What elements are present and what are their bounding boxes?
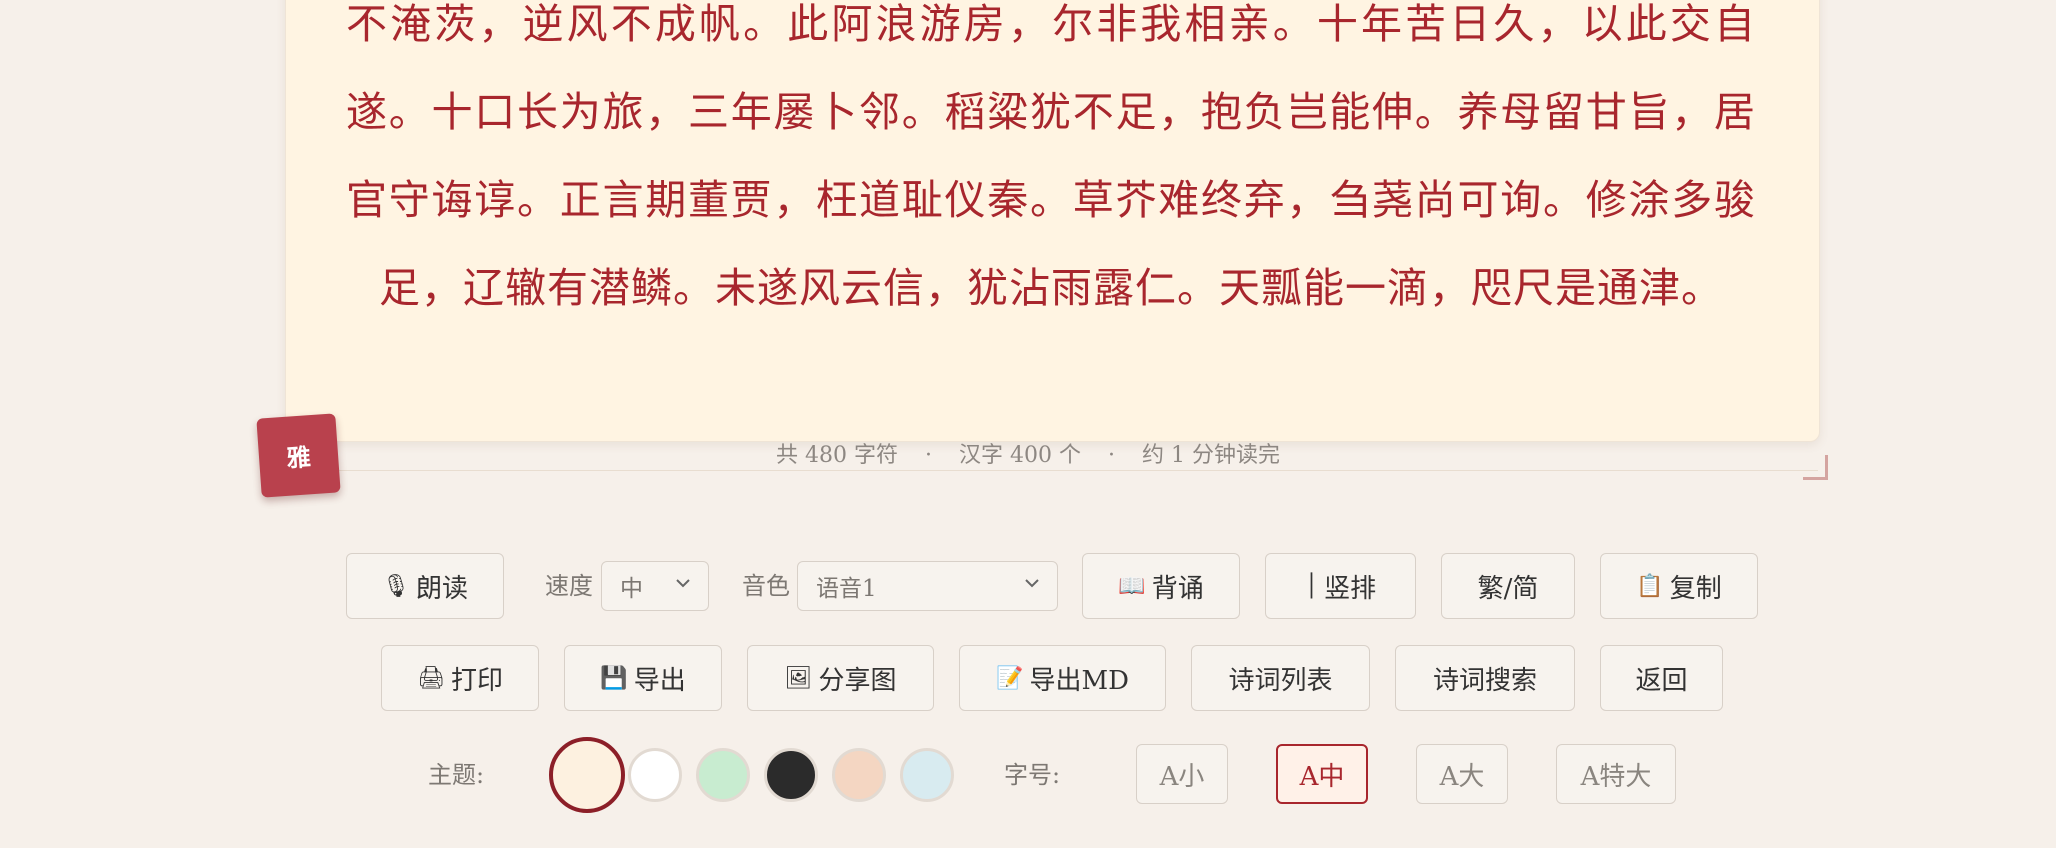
print-button[interactable]: 🖨 打印 (381, 645, 539, 711)
floppy-disk-icon: 💾 (600, 665, 628, 691)
export-label: 导出 (633, 665, 686, 696)
theme-label: 主题: (428, 761, 485, 789)
seal-text: 雅 (285, 442, 312, 473)
font-size-medium-button[interactable]: A中 (1276, 744, 1368, 804)
theme-swatch-white[interactable] (628, 748, 682, 802)
copy-button[interactable]: 📋 复制 (1600, 553, 1758, 619)
theme-swatch-dark[interactable] (764, 748, 818, 802)
export-button[interactable]: 💾 导出 (564, 645, 722, 711)
trad-simp-label: 繁/简 (1477, 573, 1539, 604)
poem-search-label: 诗词搜索 (1432, 665, 1537, 696)
font-size-medium-label: A中 (1299, 761, 1345, 792)
voice-value: 语音1 (816, 576, 877, 602)
corner-decoration (1803, 455, 1828, 480)
memo-icon: 📝 (996, 665, 1024, 691)
stats-separator: · (1107, 443, 1115, 468)
char-count: 共 480 字符 (776, 443, 898, 468)
export-md-button[interactable]: 📝 导出MD (959, 645, 1166, 711)
speed-label: 速度 (545, 572, 593, 600)
poem-list-button[interactable]: 诗词列表 (1191, 645, 1370, 711)
recite-label: 背诵 (1151, 573, 1204, 604)
font-size-large-label: A大 (1439, 761, 1485, 792)
theme-swatch-green[interactable] (696, 748, 750, 802)
speed-value: 中 (620, 576, 643, 602)
back-button[interactable]: 返回 (1600, 645, 1723, 711)
theme-swatch-peach[interactable] (832, 748, 886, 802)
chevron-down-icon (676, 579, 690, 588)
font-size-small-button[interactable]: A小 (1136, 744, 1228, 804)
export-md-label: 导出MD (1029, 665, 1129, 696)
copy-label: 复制 (1669, 573, 1722, 604)
theme-swatch-blue[interactable] (900, 748, 954, 802)
read-aloud-label: 朗读 (415, 573, 468, 604)
print-label: 打印 (450, 665, 503, 696)
picture-icon: 🖼 (784, 665, 813, 691)
vertical-bar-icon: │ (1304, 573, 1319, 599)
share-image-button[interactable]: 🖼 分享图 (747, 645, 934, 711)
poem-search-button[interactable]: 诗词搜索 (1395, 645, 1575, 711)
poem-text: 不淹茨，逆风不成帆。此阿浪游房，尔非我相亲。十年苦日久，以此交自遂。十口长为旅，… (346, 0, 1756, 312)
chevron-down-icon (1025, 579, 1039, 588)
voice-select[interactable]: 语音1 (797, 561, 1058, 611)
reading-time: 约 1 分钟读完 (1141, 443, 1280, 468)
font-size-xlarge-label: A特大 (1580, 761, 1652, 792)
microphone-icon: 🎙 (382, 573, 410, 599)
seal-stamp: 雅 (256, 413, 341, 498)
trad-simp-toggle-button[interactable]: 繁/简 (1441, 553, 1575, 619)
font-size-large-button[interactable]: A大 (1416, 744, 1508, 804)
font-size-xlarge-button[interactable]: A特大 (1556, 744, 1676, 804)
recite-button[interactable]: 📖 背诵 (1082, 553, 1240, 619)
share-image-label: 分享图 (818, 665, 897, 696)
clipboard-icon: 📋 (1636, 573, 1664, 599)
stats-separator: · (925, 443, 932, 468)
vertical-layout-button[interactable]: │ 竖排 (1265, 553, 1416, 619)
font-size-small-label: A小 (1159, 761, 1205, 792)
speed-select[interactable]: 中 (601, 561, 709, 611)
theme-swatch-cream[interactable] (549, 737, 625, 813)
hanzi-count: 汉字 400 个 (959, 443, 1081, 468)
poem-list-label: 诗词列表 (1228, 665, 1333, 696)
voice-label: 音色 (742, 572, 790, 600)
font-size-label: 字号: (1004, 761, 1061, 789)
printer-icon: 🖨 (417, 665, 445, 691)
read-aloud-button[interactable]: 🎙 朗读 (346, 553, 504, 619)
vertical-layout-label: 竖排 (1324, 573, 1377, 604)
back-label: 返回 (1635, 665, 1688, 696)
book-icon: 📖 (1118, 573, 1146, 599)
